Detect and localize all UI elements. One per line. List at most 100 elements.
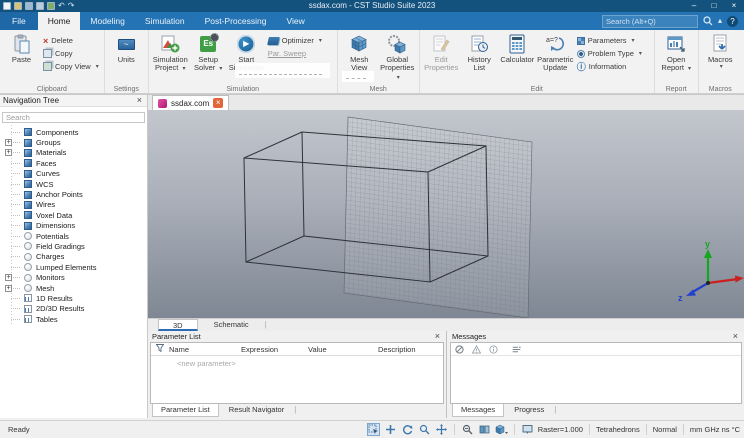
rotate-tool-icon[interactable] [401, 423, 414, 436]
tree-item-2d-3d-results[interactable]: 2D/3D Results [0, 304, 147, 314]
tree-item-curves[interactable]: Curves [0, 169, 147, 179]
column-name[interactable]: Name [169, 345, 241, 354]
move-tool-icon[interactable] [384, 423, 397, 436]
tab-home[interactable]: Home [37, 12, 81, 30]
problem-type-button[interactable]: Problem Type ▾ [575, 47, 651, 60]
save-icon[interactable] [25, 2, 33, 10]
tree-item-components[interactable]: Components [0, 127, 147, 137]
new-project-icon[interactable] [3, 2, 11, 10]
close-icon[interactable]: × [731, 332, 740, 341]
tree-item-materials[interactable]: + Materials [0, 148, 147, 158]
tab-view[interactable]: View [276, 12, 314, 30]
new-parameter-row[interactable]: <new parameter> [151, 356, 443, 368]
tree-item-lumped-elements[interactable]: Lumped Elements [0, 262, 147, 272]
tree-item-wires[interactable]: Wires [0, 200, 147, 210]
select-tool-icon[interactable] [366, 423, 380, 436]
open-report-button[interactable]: Open Report ▾ [658, 32, 695, 73]
filter-icon[interactable] [151, 344, 169, 354]
tree-item-groups[interactable]: + Groups [0, 137, 147, 147]
expand-icon[interactable]: + [5, 139, 12, 147]
tab-parameter-list[interactable]: Parameter List [152, 404, 219, 417]
close-icon[interactable]: × [135, 96, 144, 105]
tree-item-charges[interactable]: Charges [0, 252, 147, 262]
export-icon[interactable] [47, 2, 55, 10]
raster-icon[interactable] [521, 423, 534, 436]
macros-button[interactable]: Macros ▾ [702, 32, 739, 71]
tab-modeling[interactable]: Modeling [80, 12, 135, 30]
tree-item-anchor-points[interactable]: Anchor Points [0, 189, 147, 199]
zoom-window-icon[interactable] [461, 423, 474, 436]
tree-item-label: Groups [36, 138, 61, 148]
open-project-icon[interactable] [14, 2, 22, 10]
parametric-update-button[interactable]: a=? Parametric Update [537, 32, 574, 73]
mesh-type-status[interactable]: Tetrahedrons [596, 425, 640, 434]
search-icon[interactable] [703, 16, 713, 26]
close-icon[interactable]: × [433, 332, 442, 341]
collapse-ribbon-icon[interactable]: ▴ [718, 14, 722, 28]
redo-icon[interactable]: ↷ [68, 2, 75, 10]
expand-icon[interactable]: + [5, 284, 12, 292]
tab-post-processing[interactable]: Post-Processing [195, 12, 277, 30]
tree-item-monitors[interactable]: + Monitors [0, 272, 147, 282]
tab-simulation[interactable]: Simulation [135, 12, 195, 30]
close-button[interactable]: × [724, 0, 744, 12]
mesh-view-button[interactable]: Mesh View [341, 32, 378, 73]
tree-item-1d-results[interactable]: 1D Results [0, 293, 147, 303]
tab-result-navigator[interactable]: Result Navigator [221, 404, 292, 417]
tab-3d[interactable]: 3D [158, 319, 198, 331]
parameters-button[interactable]: Parameters ▾ [575, 34, 651, 47]
tab-progress[interactable]: Progress [506, 404, 552, 417]
tree-item-tables[interactable]: Tables [0, 314, 147, 324]
column-expression[interactable]: Expression [241, 345, 308, 354]
undo-icon[interactable]: ↶ [58, 2, 65, 10]
global-properties-button[interactable]: Global Properties ▾ [379, 32, 416, 82]
search-input[interactable] [601, 14, 698, 28]
zoom-tool-icon[interactable] [418, 423, 431, 436]
history-list-button[interactable]: History List [461, 32, 498, 73]
maximize-button[interactable]: □ [704, 0, 724, 12]
tree-item-field-gradings[interactable]: Field Gradings [0, 241, 147, 251]
tab-schematic[interactable]: Schematic [200, 319, 263, 331]
information-button[interactable]: ⓘ Information [575, 60, 651, 73]
setup-solver-button[interactable]: Es Setup Solver ▾ [190, 32, 227, 73]
message-options-icon[interactable] [512, 345, 521, 354]
tree-item-potentials[interactable]: Potentials [0, 231, 147, 241]
save-as-icon[interactable] [36, 2, 44, 10]
tab-file[interactable]: File [0, 12, 38, 30]
clipping-planes-icon[interactable] [478, 423, 491, 436]
tree-item-wcs[interactable]: WCS [0, 179, 147, 189]
calculator-button[interactable]: Calculator [499, 32, 536, 64]
column-description[interactable]: Description [378, 345, 443, 354]
help-icon[interactable]: ? [727, 15, 738, 27]
tree-search-input[interactable] [2, 112, 145, 123]
expand-icon[interactable]: + [5, 149, 12, 157]
pan-tool-icon[interactable] [435, 423, 448, 436]
copy-view-button[interactable]: Copy View ▾ [41, 60, 101, 73]
render-mode-status[interactable]: Normal [653, 425, 677, 434]
expand-icon[interactable]: + [5, 274, 12, 282]
paste-button[interactable]: Paste [3, 32, 40, 64]
optimizer-button[interactable]: Optimizer ▾ [266, 34, 334, 47]
viewport-3d[interactable]: y x z [148, 110, 744, 318]
par-sweep-button[interactable]: Par. Sweep [266, 47, 334, 60]
info-filter-icon[interactable] [489, 344, 498, 354]
error-filter-icon[interactable] [455, 344, 464, 354]
simulation-project-button[interactable]: Simulation Project ▾ [152, 32, 189, 73]
delete-button[interactable]: × Delete [41, 34, 101, 47]
tree-item-faces[interactable]: Faces [0, 158, 147, 168]
document-tab[interactable]: ssdax.com × [152, 95, 230, 110]
units-button[interactable]: ~ Units [108, 32, 145, 64]
tree-item-mesh[interactable]: + Mesh [0, 283, 147, 293]
units-status[interactable]: mm GHz ns °C [690, 425, 740, 434]
tab-messages[interactable]: Messages [452, 404, 505, 417]
close-tab-icon[interactable]: × [213, 98, 224, 108]
edit-properties-button[interactable]: Edit Properties [423, 32, 460, 73]
tree-item-voxel-data[interactable]: Voxel Data [0, 210, 147, 220]
tree-guide-line [11, 266, 20, 268]
warning-filter-icon[interactable] [472, 344, 481, 354]
tree-item-dimensions[interactable]: Dimensions [0, 221, 147, 231]
copy-button[interactable]: Copy [41, 47, 101, 60]
view-cube-icon[interactable] [495, 423, 508, 436]
minimize-button[interactable]: – [684, 0, 704, 12]
column-value[interactable]: Value [308, 345, 378, 354]
